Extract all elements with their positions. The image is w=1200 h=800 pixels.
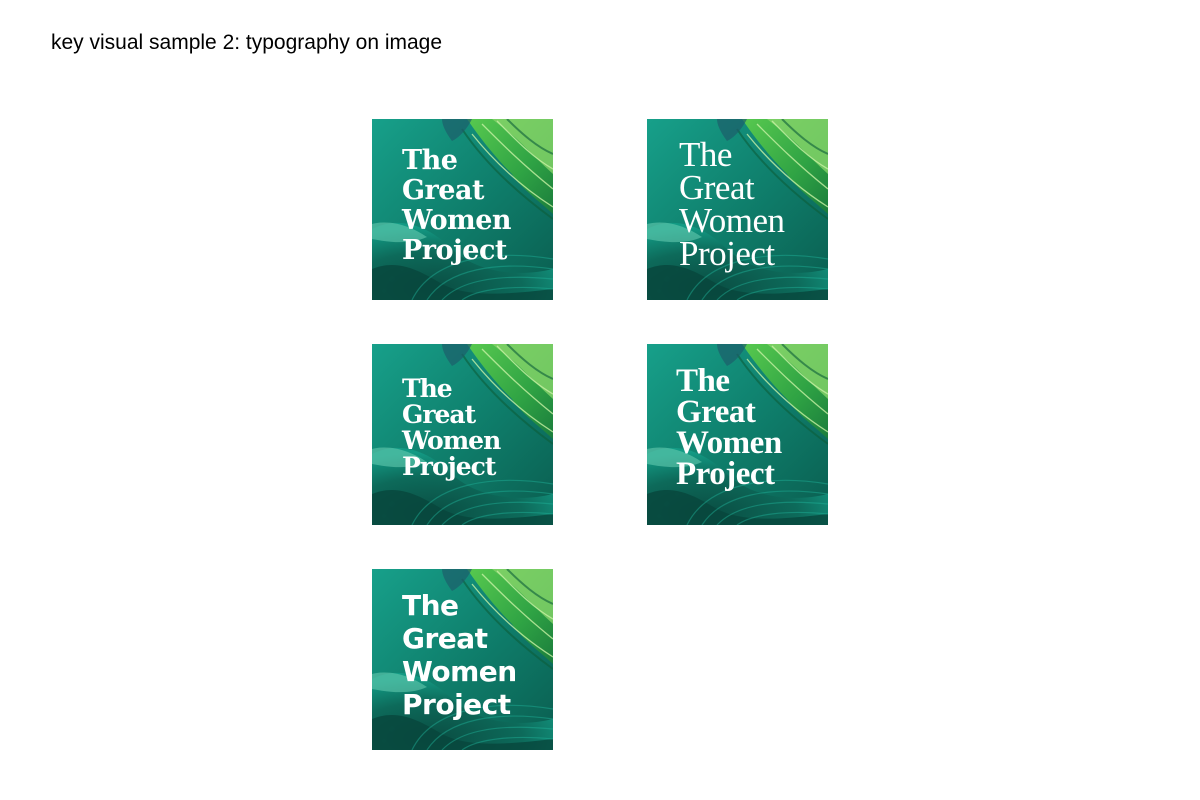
headline-line-4: Project <box>402 452 496 481</box>
headline-line-4: Project <box>402 688 511 721</box>
headline-line-3: Women <box>402 205 512 236</box>
headline-line-1: The <box>402 374 453 403</box>
headline-line-4: Project <box>679 234 775 273</box>
key-visual-tile-3: The Great Women Project <box>372 344 553 525</box>
key-visual-tile-2: The Great Women Project <box>647 119 828 300</box>
key-visual-tile-1: The Great Women Project <box>372 119 553 300</box>
headline-line-2: Great <box>402 400 476 429</box>
headline-line-4: Project <box>402 235 507 266</box>
headline-line-2: Great <box>676 394 756 430</box>
headline: The Great Women Project <box>679 135 785 273</box>
key-visual-tile-4: The Great Women Project <box>647 344 828 525</box>
headline: The Great Women Project <box>402 589 517 721</box>
headline: The Great Women Project <box>676 363 782 492</box>
headline-line-3: Women <box>676 425 782 461</box>
headline: The Great Women Project <box>402 374 501 481</box>
key-visual-tile-5: The Great Women Project <box>372 569 553 750</box>
headline-line-3: Women <box>402 655 517 688</box>
headline-line-3: Women <box>402 426 501 455</box>
page-title: key visual sample 2: typography on image <box>51 31 443 54</box>
headline: The Great Women Project <box>402 145 512 266</box>
headline-line-1: The <box>676 363 730 399</box>
headline-line-4: Project <box>676 456 775 492</box>
headline-line-2: Great <box>402 622 488 655</box>
headline-line-1: The <box>679 135 732 174</box>
headline-line-2: Great <box>679 168 755 207</box>
headline-line-2: Great <box>402 175 484 206</box>
headline-line-1: The <box>402 589 459 622</box>
headline-line-1: The <box>402 145 458 176</box>
headline-line-3: Women <box>679 201 785 240</box>
